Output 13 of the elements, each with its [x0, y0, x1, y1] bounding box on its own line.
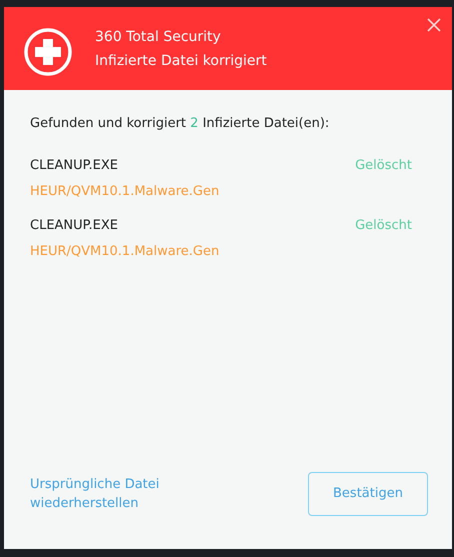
status-text: Gelöscht [355, 156, 412, 174]
close-icon [427, 18, 441, 32]
confirm-button[interactable]: Bestätigen [308, 472, 428, 516]
restore-link[interactable]: Ursprüngliche Datei wiederherstellen [30, 475, 200, 513]
app-name: 360 Total Security [95, 28, 222, 47]
threat-name: HEUR/QVM10.1.Malware.Gen [30, 183, 220, 201]
window-title: Infizierte Datei korrigiert [95, 52, 267, 71]
status-text: Gelöscht [355, 216, 412, 234]
summary-text: Gefunden und korrigiert 2 Infizierte Datei(en): [30, 115, 330, 133]
threat-name: HEUR/QVM10.1.Malware.Gen [30, 243, 220, 261]
file-name: CLEANUP.EXE [30, 156, 118, 174]
file-name: CLEANUP.EXE [30, 216, 118, 234]
close-button[interactable] [426, 17, 442, 33]
